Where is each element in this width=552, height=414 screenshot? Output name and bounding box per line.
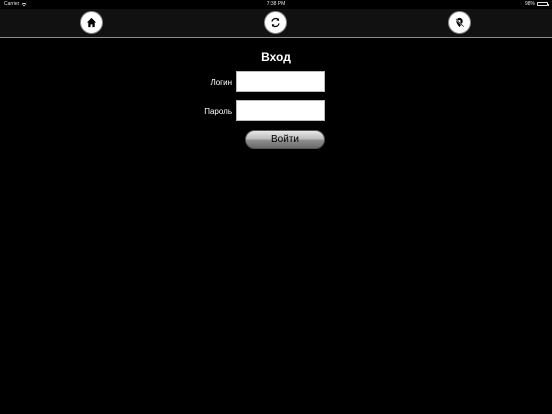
password-label: Пароль <box>204 107 232 116</box>
refresh-icon <box>271 17 280 28</box>
refresh-button[interactable] <box>264 11 287 34</box>
status-right: 98% <box>524 1 549 7</box>
location-off-icon <box>455 17 465 28</box>
toolbar-divider <box>0 37 552 38</box>
login-label: Логин <box>210 78 232 87</box>
battery-percent: 98% <box>524 1 535 7</box>
status-time: 7:38 PM <box>266 1 286 7</box>
location-off-button[interactable] <box>448 11 471 34</box>
password-input[interactable] <box>236 100 325 121</box>
login-button[interactable]: Войти <box>245 130 325 149</box>
login-input[interactable] <box>236 71 325 92</box>
toolbar <box>0 9 552 37</box>
home-button[interactable] <box>80 11 103 34</box>
battery-icon <box>537 2 549 6</box>
home-icon <box>86 17 97 28</box>
status-bar: Carrier 7:38 PM 98% <box>0 0 552 9</box>
login-title: Вход <box>261 50 291 64</box>
